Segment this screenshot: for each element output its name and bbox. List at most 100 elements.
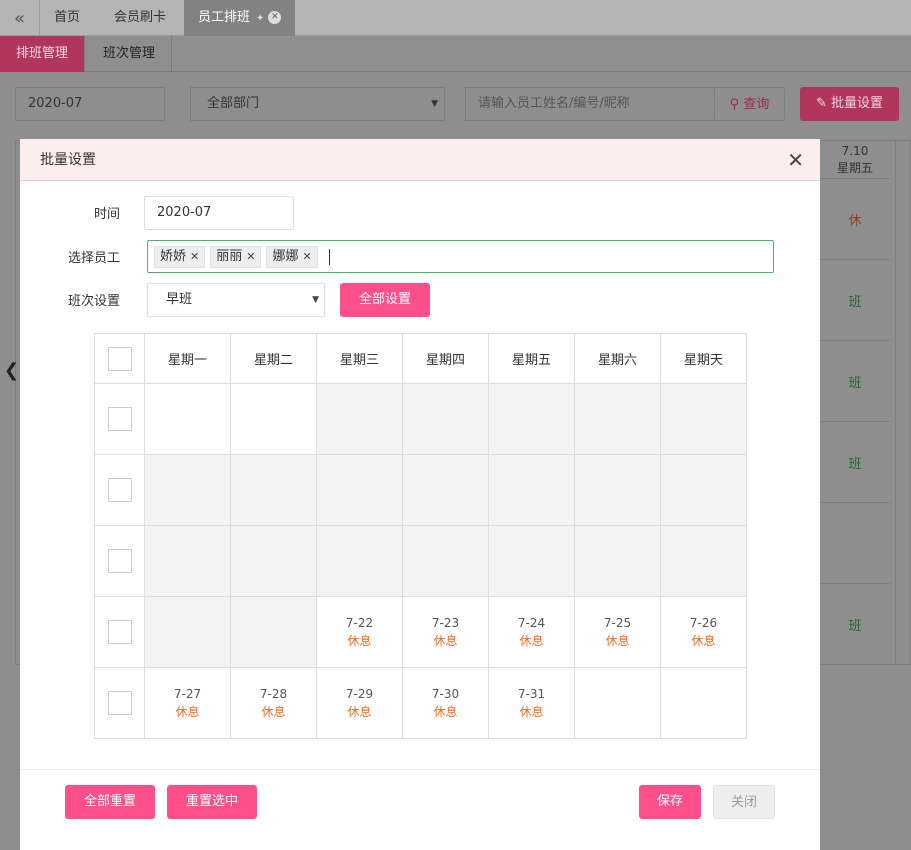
day-cell[interactable] bbox=[488, 383, 575, 455]
day-date: 7-24 bbox=[517, 616, 546, 630]
shift-select[interactable]: 早班 ▼ bbox=[147, 283, 325, 317]
day-status: 休息 bbox=[433, 634, 458, 648]
day-cell[interactable] bbox=[230, 383, 317, 455]
row-checkbox[interactable] bbox=[107, 691, 132, 715]
day-cell[interactable] bbox=[574, 667, 661, 739]
day-cell[interactable] bbox=[402, 454, 489, 526]
day-cell[interactable] bbox=[660, 454, 747, 526]
chip-label: 娇娇 bbox=[160, 249, 187, 264]
calendar-header-row: 星期一 星期二 星期三 星期四 星期五 星期六 星期天 bbox=[94, 333, 747, 384]
day-cell[interactable]: 7-23 休息 bbox=[402, 596, 489, 668]
sub-navigation: 排班管理 班次管理 bbox=[0, 36, 911, 72]
remove-icon[interactable]: ✕ bbox=[246, 246, 255, 267]
day-cell[interactable]: 7-30 休息 bbox=[402, 667, 489, 739]
time-field[interactable]: 2020-07 bbox=[144, 196, 294, 230]
reset-selected-button[interactable]: 重置选中 bbox=[167, 785, 257, 819]
day-cell[interactable] bbox=[660, 525, 747, 597]
department-value: 全部部门 bbox=[207, 96, 260, 111]
remove-icon[interactable]: ✕ bbox=[302, 246, 311, 267]
query-label: 查询 bbox=[743, 97, 770, 112]
time-label: 时间 bbox=[93, 207, 120, 222]
day-cell[interactable]: 7-29 休息 bbox=[316, 667, 403, 739]
day-cell[interactable]: 7-24 休息 bbox=[488, 596, 575, 668]
day-cell[interactable]: 7-28 休息 bbox=[230, 667, 317, 739]
day-cell[interactable]: 7-22 休息 bbox=[316, 596, 403, 668]
tab-staff-schedule[interactable]: 员工排班 ✦ ✕ bbox=[184, 0, 296, 36]
day-cell[interactable] bbox=[230, 525, 317, 597]
remove-icon[interactable]: ✕ bbox=[190, 246, 199, 267]
row-checkbox[interactable] bbox=[107, 549, 132, 573]
search-input[interactable]: 请输入员工姓名/编号/昵称 bbox=[465, 87, 715, 121]
day-cell[interactable] bbox=[144, 454, 231, 526]
day-date: 7-23 bbox=[431, 616, 460, 630]
weekday-header: 星期五 bbox=[488, 333, 575, 384]
day-cell[interactable]: 7-31 休息 bbox=[488, 667, 575, 739]
month-field[interactable]: 2020-07 bbox=[15, 87, 165, 121]
row-checkbox-cell bbox=[94, 383, 145, 455]
day-cell[interactable]: 7-25 休息 bbox=[574, 596, 661, 668]
query-button[interactable]: ⚲ 查询 bbox=[714, 87, 785, 121]
select-all-checkbox[interactable] bbox=[107, 346, 132, 371]
day-cell[interactable] bbox=[316, 383, 403, 455]
save-button[interactable]: 保存 bbox=[639, 785, 701, 819]
row-checkbox-cell bbox=[94, 667, 145, 739]
day-cell[interactable]: 7-27 休息 bbox=[144, 667, 231, 739]
day-status: 休息 bbox=[691, 634, 716, 648]
day-cell[interactable] bbox=[488, 454, 575, 526]
table-divider bbox=[895, 140, 896, 665]
day-cell[interactable] bbox=[402, 525, 489, 597]
chip-label: 丽丽 bbox=[216, 249, 243, 264]
double-chevron-left-icon[interactable]: « bbox=[0, 0, 40, 36]
day-cell[interactable] bbox=[144, 383, 231, 455]
schedule-cell[interactable]: 班 bbox=[820, 340, 890, 421]
close-icon[interactable]: ✕ bbox=[787, 139, 804, 181]
day-cell[interactable] bbox=[574, 383, 661, 455]
chevron-left-icon[interactable]: ❮ bbox=[4, 360, 19, 381]
close-tab-icon[interactable]: ✕ bbox=[268, 11, 282, 24]
employee-label: 选择员工 bbox=[67, 251, 120, 266]
employee-chip: 娇娇 ✕ bbox=[154, 245, 206, 268]
pin-icon[interactable]: ✦ bbox=[256, 13, 264, 24]
week-row: 7-22 休息 7-23 休息 7-24 休息 7-25 休息 7-26 休息 bbox=[94, 596, 747, 668]
top-tab-bar: « 首页 会员刷卡 员工排班 ✦ ✕ bbox=[0, 0, 911, 36]
schedule-cell[interactable]: 班 bbox=[820, 259, 890, 340]
subtab-schedule-management[interactable]: 排班管理 bbox=[0, 36, 86, 72]
day-cell[interactable] bbox=[660, 667, 747, 739]
day-cell[interactable]: 7-26 休息 bbox=[660, 596, 747, 668]
day-cell[interactable] bbox=[574, 454, 661, 526]
department-select[interactable]: 全部部门 ▼ bbox=[190, 87, 445, 121]
row-checkbox[interactable] bbox=[107, 407, 132, 431]
schedule-cell[interactable] bbox=[820, 502, 890, 583]
day-status: 休息 bbox=[519, 705, 544, 719]
schedule-cell[interactable]: 休 bbox=[820, 178, 890, 259]
row-checkbox[interactable] bbox=[107, 620, 132, 644]
week-row bbox=[94, 383, 747, 455]
calendar-grid: 星期一 星期二 星期三 星期四 星期五 星期六 星期天 7-22 休息 7-23… bbox=[94, 333, 747, 739]
day-cell[interactable] bbox=[402, 383, 489, 455]
day-cell[interactable] bbox=[230, 596, 317, 668]
day-cell[interactable] bbox=[660, 383, 747, 455]
day-cell[interactable] bbox=[230, 454, 317, 526]
day-cell[interactable] bbox=[144, 525, 231, 597]
subtab-shift-management[interactable]: 班次管理 bbox=[87, 36, 173, 72]
day-date: 7-22 bbox=[345, 616, 374, 630]
day-cell[interactable] bbox=[144, 596, 231, 668]
schedule-cell[interactable]: 班 bbox=[820, 583, 890, 664]
batch-settings-button[interactable]: ✎ 批量设置 bbox=[800, 87, 899, 121]
row-checkbox-cell bbox=[94, 596, 145, 668]
close-button[interactable]: 关闭 bbox=[713, 785, 775, 819]
day-cell[interactable] bbox=[316, 454, 403, 526]
reset-all-button[interactable]: 全部重置 bbox=[65, 785, 155, 819]
edit-icon: ✎ bbox=[815, 96, 827, 111]
employee-multiselect[interactable]: 娇娇 ✕ 丽丽 ✕ 娜娜 ✕ bbox=[147, 240, 774, 273]
column-date: 7.10 bbox=[841, 144, 869, 158]
day-cell[interactable] bbox=[574, 525, 661, 597]
week-row bbox=[94, 454, 747, 526]
apply-all-button[interactable]: 全部设置 bbox=[340, 283, 430, 317]
schedule-cell[interactable]: 班 bbox=[820, 421, 890, 502]
tab-member-card[interactable]: 会员刷卡 bbox=[100, 0, 180, 36]
day-cell[interactable] bbox=[488, 525, 575, 597]
row-checkbox[interactable] bbox=[107, 478, 132, 502]
tab-home[interactable]: 首页 bbox=[40, 0, 94, 36]
day-cell[interactable] bbox=[316, 525, 403, 597]
